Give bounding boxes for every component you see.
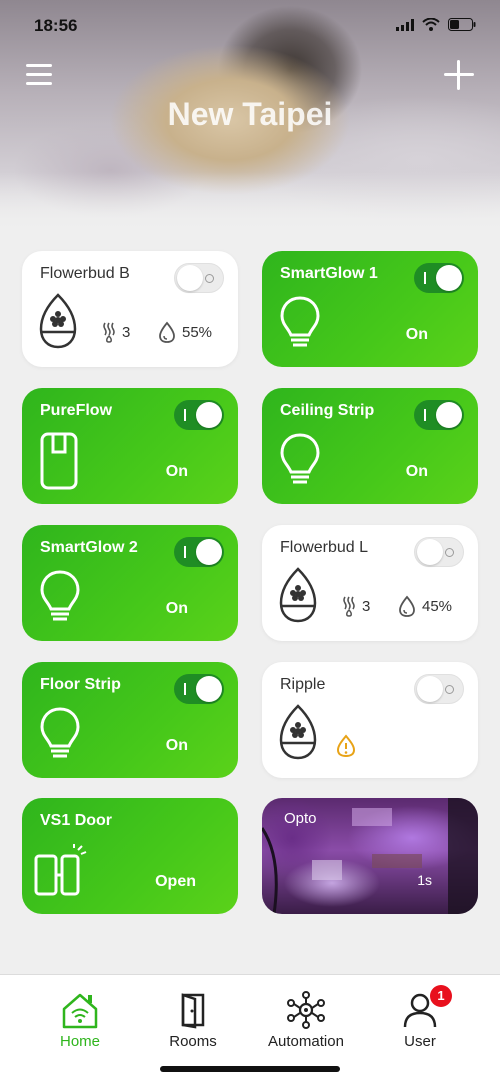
header-banner: 18:56 New Taipei — [0, 0, 500, 232]
power-toggle[interactable] — [414, 263, 464, 293]
device-state: On — [405, 463, 428, 480]
camera-delay: 1s — [417, 872, 432, 888]
purifier-icon — [40, 432, 78, 490]
device-name: Ceiling Strip — [280, 402, 375, 419]
menu-icon[interactable] — [26, 64, 52, 88]
device-state: On — [165, 463, 188, 480]
humidity: 55% — [158, 321, 212, 343]
power-toggle[interactable] — [414, 400, 464, 430]
bulb-icon — [40, 707, 80, 758]
bulb-icon — [280, 296, 320, 347]
nav-user-label: User — [404, 1033, 436, 1050]
mist-level: 3 — [342, 595, 370, 617]
header-fade — [0, 172, 500, 232]
device-name: SmartGlow 1 — [280, 265, 378, 282]
device-card-smartglow-1[interactable]: SmartGlow 1 On — [262, 251, 478, 367]
location-title[interactable]: New Taipei — [0, 96, 500, 133]
home-indicator — [160, 1066, 340, 1072]
battery-icon — [448, 18, 476, 31]
mist-level-value: 3 — [122, 323, 131, 341]
bulb-icon — [40, 570, 80, 621]
device-card-ripple[interactable]: Ripple — [262, 662, 478, 778]
device-name: PureFlow — [40, 402, 113, 419]
camera-card-opto[interactable]: Opto 1s — [262, 798, 478, 914]
door-icon — [181, 993, 205, 1029]
door-sensor-icon — [34, 844, 87, 896]
device-name: VS1 Door — [40, 812, 113, 829]
wifi-icon — [422, 18, 440, 31]
nav-rooms-label: Rooms — [169, 1033, 217, 1050]
device-card-ceiling-strip[interactable]: Ceiling Strip On — [262, 388, 478, 504]
device-name: Flowerbud B — [40, 265, 130, 282]
power-toggle[interactable] — [174, 263, 224, 293]
humidity-value: 45% — [422, 597, 453, 615]
bulb-icon — [280, 433, 320, 484]
nav-automation[interactable]: Automation — [246, 991, 366, 1050]
warning-icon[interactable] — [336, 734, 356, 758]
power-toggle[interactable] — [174, 674, 224, 704]
nav-home-label: Home — [59, 1033, 100, 1050]
device-state: Open — [155, 873, 196, 890]
humidifier-icon — [39, 293, 77, 349]
nav-user[interactable]: 1 User — [360, 985, 480, 1050]
nav-automation-label: Automation — [268, 1033, 344, 1050]
device-card-flowerbud-l[interactable]: Flowerbud L 3 45% — [262, 525, 478, 641]
add-icon[interactable] — [444, 60, 474, 90]
status-time: 18:56 — [34, 16, 78, 35]
device-card-vs1-door[interactable]: VS1 Door Open — [22, 798, 238, 914]
home-icon — [62, 993, 98, 1029]
device-card-flowerbud-b[interactable]: Flowerbud B 3 55% — [22, 251, 238, 367]
automation-icon — [287, 991, 325, 1029]
device-name: Ripple — [280, 676, 326, 693]
status-icons — [396, 18, 476, 31]
device-state: On — [405, 326, 428, 343]
device-name: SmartGlow 2 — [40, 539, 138, 556]
humidity-icon — [399, 595, 415, 617]
power-toggle[interactable] — [414, 674, 464, 704]
power-toggle[interactable] — [174, 400, 224, 430]
device-card-pureflow[interactable]: PureFlow On — [22, 388, 238, 504]
notification-badge: 1 — [430, 985, 452, 1007]
device-name: Flowerbud L — [280, 539, 369, 556]
camera-name: Opto — [284, 810, 317, 827]
nav-rooms[interactable]: Rooms — [133, 991, 253, 1050]
device-state: On — [165, 737, 188, 754]
nav-home[interactable]: Home — [20, 991, 140, 1050]
mist-icon — [103, 322, 115, 343]
humidity: 45% — [398, 595, 452, 617]
mist-level-value: 3 — [362, 597, 371, 615]
humidifier-icon — [279, 704, 317, 760]
power-toggle[interactable] — [174, 537, 224, 567]
humidifier-icon — [279, 567, 317, 623]
device-card-smartglow-2[interactable]: SmartGlow 2 On — [22, 525, 238, 641]
humidity-icon — [159, 321, 175, 343]
mist-icon — [343, 596, 355, 617]
device-name: Floor Strip — [40, 676, 121, 693]
mist-level: 3 — [102, 321, 130, 343]
device-state: On — [165, 600, 188, 617]
power-toggle[interactable] — [414, 537, 464, 567]
humidity-value: 55% — [182, 323, 213, 341]
signal-icon — [396, 18, 414, 31]
device-card-floor-strip[interactable]: Floor Strip On — [22, 662, 238, 778]
